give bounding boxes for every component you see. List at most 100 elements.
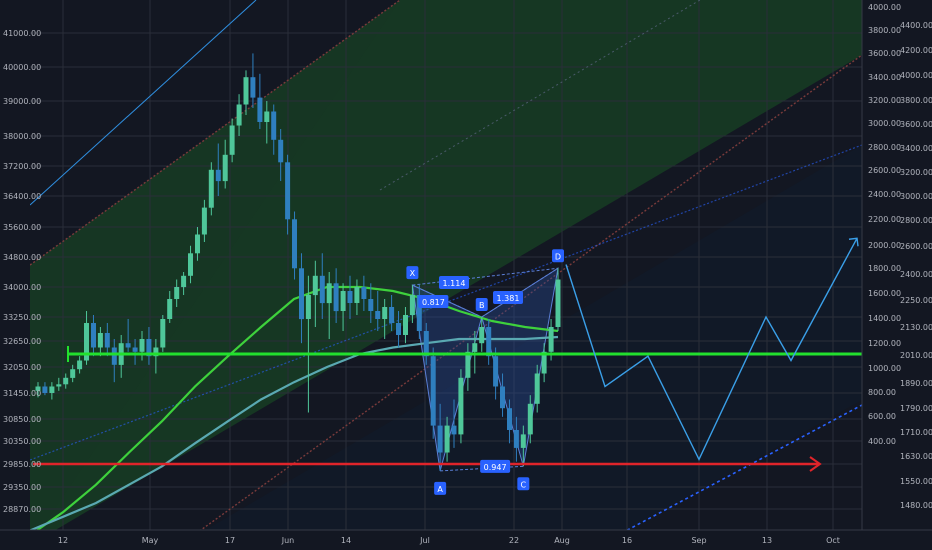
right-inner-tick-label-14: 1200.00 xyxy=(868,339,901,348)
candle-body-56 xyxy=(423,331,429,357)
candle-body-20 xyxy=(174,287,180,299)
candle-body-4 xyxy=(63,377,69,385)
right-inner-tick-label-12: 1600.00 xyxy=(868,289,901,298)
candle-body-68 xyxy=(507,408,512,430)
right-tick-label-19: 1550.00 xyxy=(900,477,932,486)
right-inner-tick-label-16: 800.00 xyxy=(868,388,896,397)
candle-body-45 xyxy=(347,291,353,303)
candle-body-8 xyxy=(91,323,96,348)
left-tick-label-10: 32650.00 xyxy=(3,337,41,346)
left-tick-label-11: 32050.00 xyxy=(3,363,41,372)
candle-body-40 xyxy=(312,275,318,296)
candle-body-29 xyxy=(236,104,242,126)
left-tick-label-15: 29850.00 xyxy=(3,460,41,469)
candle-body-30 xyxy=(243,77,249,105)
right-inner-tick-label-11: 1800.00 xyxy=(868,264,901,273)
right-inner-tick-label-18: 400.00 xyxy=(868,437,896,446)
candle-body-2 xyxy=(49,386,55,393)
right-inner-tick-label-8: 2400.00 xyxy=(868,190,901,199)
left-tick-label-3: 38000.00 xyxy=(3,132,41,141)
candle-body-6 xyxy=(77,360,83,370)
right-inner-tick-label-6: 2800.00 xyxy=(868,143,901,152)
bottom-axis-bg xyxy=(0,530,932,550)
x-tick-label-2: 17 xyxy=(225,536,235,545)
right-tick-label-6: 3400.00 xyxy=(900,144,932,153)
left-tick-label-16: 29350.00 xyxy=(3,483,41,492)
candle-body-23 xyxy=(195,234,200,254)
x-tick-label-9: Sep xyxy=(691,536,706,545)
left-axis-bg xyxy=(0,0,30,530)
right-tick-label-8: 3000.00 xyxy=(900,192,932,201)
right-inner-tick-label-9: 2200.00 xyxy=(868,215,901,224)
candle-body-38 xyxy=(299,268,304,320)
candle-body-1 xyxy=(42,386,48,393)
left-tick-label-2: 39000.00 xyxy=(3,97,41,106)
left-tick-label-6: 35600.00 xyxy=(3,223,41,232)
candle-body-53 xyxy=(403,315,408,335)
chart-svg: X A B C D 0.817 1.114 1.381 0.947 41000.00 40000.… xyxy=(0,0,932,550)
x-tick-label-10: 13 xyxy=(762,536,772,545)
right-tick-label-20: 1480.00 xyxy=(900,501,932,510)
left-tick-label-4: 37200.00 xyxy=(3,162,41,171)
right-tick-label-3: 4000.00 xyxy=(900,71,932,80)
candle-body-71 xyxy=(527,403,533,435)
candle-body-58 xyxy=(437,425,443,453)
chart-root: X A B C D 0.817 1.114 1.381 0.947 41000.00 40000.… xyxy=(0,0,932,550)
left-tick-label-7: 34800.00 xyxy=(3,253,41,262)
candle-body-19 xyxy=(167,299,173,319)
candle-body-41 xyxy=(319,275,325,304)
candle-body-44 xyxy=(340,291,346,311)
candle-body-62 xyxy=(465,351,471,378)
right-tick-label-5: 3600.00 xyxy=(900,120,932,129)
candle-body-9 xyxy=(97,333,103,348)
right-tick-label-18: 1630.00 xyxy=(900,452,932,461)
pattern-label-B: B xyxy=(479,301,485,310)
right-inner-tick-label-10: 2000.00 xyxy=(868,241,901,250)
candle-body-15 xyxy=(139,339,145,352)
x-tick-label-7: Aug xyxy=(554,536,570,545)
ratio-label-3: 0.947 xyxy=(484,463,507,472)
right-tick-label-12: 2250.00 xyxy=(900,296,932,305)
left-tick-label-0: 41000.00 xyxy=(3,29,41,38)
candle-body-35 xyxy=(278,139,284,163)
left-tick-label-1: 40000.00 xyxy=(3,63,41,72)
candle-body-74 xyxy=(548,327,554,352)
candle-body-75 xyxy=(555,279,561,327)
right-tick-label-16: 1790.00 xyxy=(900,404,932,413)
candle-body-51 xyxy=(389,307,395,323)
candle-body-42 xyxy=(326,283,332,304)
candle-body-32 xyxy=(257,97,263,122)
right-tick-label-11: 2400.00 xyxy=(900,270,932,279)
candle-body-14 xyxy=(132,347,138,352)
right-inner-tick-label-4: 3200.00 xyxy=(868,96,901,105)
candle-body-66 xyxy=(493,356,499,387)
candle-body-28 xyxy=(229,125,235,155)
candle-body-43 xyxy=(333,283,339,312)
left-tick-label-17: 28870.00 xyxy=(3,505,41,514)
right-tick-label-1: 4400.00 xyxy=(900,21,932,30)
x-tick-label-8: 16 xyxy=(622,536,632,545)
x-tick-label-0: 12 xyxy=(58,536,68,545)
candle-body-10 xyxy=(104,333,110,348)
candle-body-3 xyxy=(56,384,62,387)
candle-body-46 xyxy=(354,287,360,303)
candle-body-49 xyxy=(375,311,381,319)
ratio-label-0: 0.817 xyxy=(422,298,445,307)
candle-body-48 xyxy=(368,299,374,311)
pattern-label-A: A xyxy=(437,485,443,494)
left-tick-label-8: 34000.00 xyxy=(3,283,41,292)
candle-body-39 xyxy=(305,295,311,319)
right-tick-label-15: 1890.00 xyxy=(900,379,932,388)
right-inner-tick-label-2: 3600.00 xyxy=(868,49,901,58)
right-tick-label-10: 2600.00 xyxy=(900,242,932,251)
candle-body-34 xyxy=(271,111,277,140)
right-inner-tick-label-1: 3800.00 xyxy=(868,26,901,35)
pattern-label-X: X xyxy=(410,269,416,278)
pattern-label-C: C xyxy=(521,480,527,489)
x-tick-label-1: May xyxy=(142,536,159,545)
candle-body-36 xyxy=(285,162,291,220)
x-tick-label-6: 22 xyxy=(509,536,519,545)
candle-body-31 xyxy=(250,77,256,98)
candle-body-54 xyxy=(409,295,415,315)
candle-body-37 xyxy=(292,219,297,269)
